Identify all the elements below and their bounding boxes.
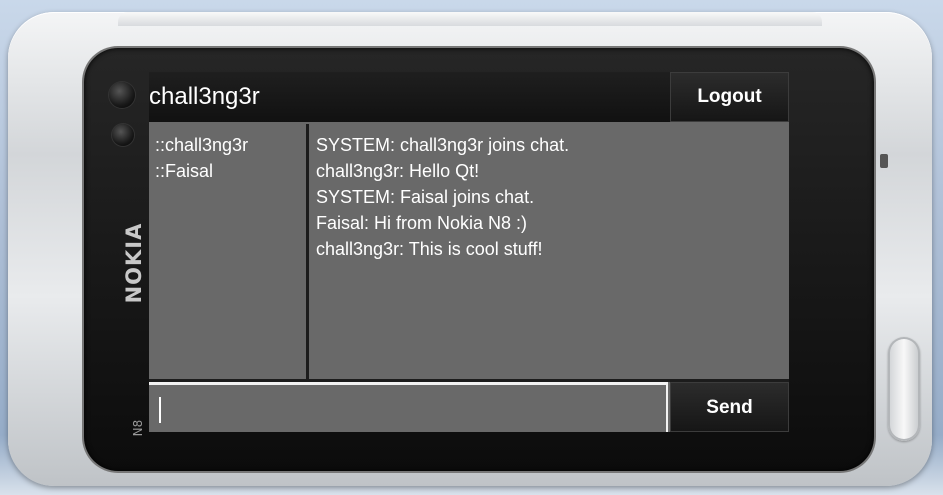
chat-message: SYSTEM: chall3ng3r joins chat. <box>316 135 570 155</box>
side-button <box>880 154 888 168</box>
user-list-item[interactable]: ::chall3ng3r <box>149 132 306 158</box>
message-input[interactable] <box>149 385 666 432</box>
brand-logo: NOKIA <box>122 222 146 304</box>
chat-message: chall3ng3r: Hello Qt! <box>316 161 480 181</box>
app-header: chall3ng3r Logout <box>149 72 789 122</box>
user-list: ::chall3ng3r ::Faisal <box>149 124 309 379</box>
front-camera-icon <box>109 82 135 108</box>
phone-top-edge <box>118 12 822 26</box>
chat-message: chall3ng3r: This is cool stuff! <box>316 239 543 259</box>
message-log: SYSTEM: chall3ng3r joins chat. chall3ng3… <box>309 124 789 379</box>
chat-app-screen: chall3ng3r Logout ::chall3ng3r ::Faisal … <box>149 72 789 432</box>
chat-message: Faisal: Hi from Nokia N8 :) <box>316 213 528 233</box>
logout-button[interactable]: Logout <box>670 72 789 122</box>
send-button[interactable]: Send <box>670 382 789 432</box>
text-caret <box>159 397 161 423</box>
home-key[interactable] <box>888 337 920 441</box>
message-input-frame[interactable] <box>149 382 668 432</box>
model-label: N8 <box>131 419 145 437</box>
chat-message: SYSTEM: Faisal joins chat. <box>316 187 535 207</box>
user-list-item[interactable]: ::Faisal <box>149 158 306 184</box>
current-username: chall3ng3r <box>149 83 260 110</box>
proximity-sensor-icon <box>112 124 134 146</box>
